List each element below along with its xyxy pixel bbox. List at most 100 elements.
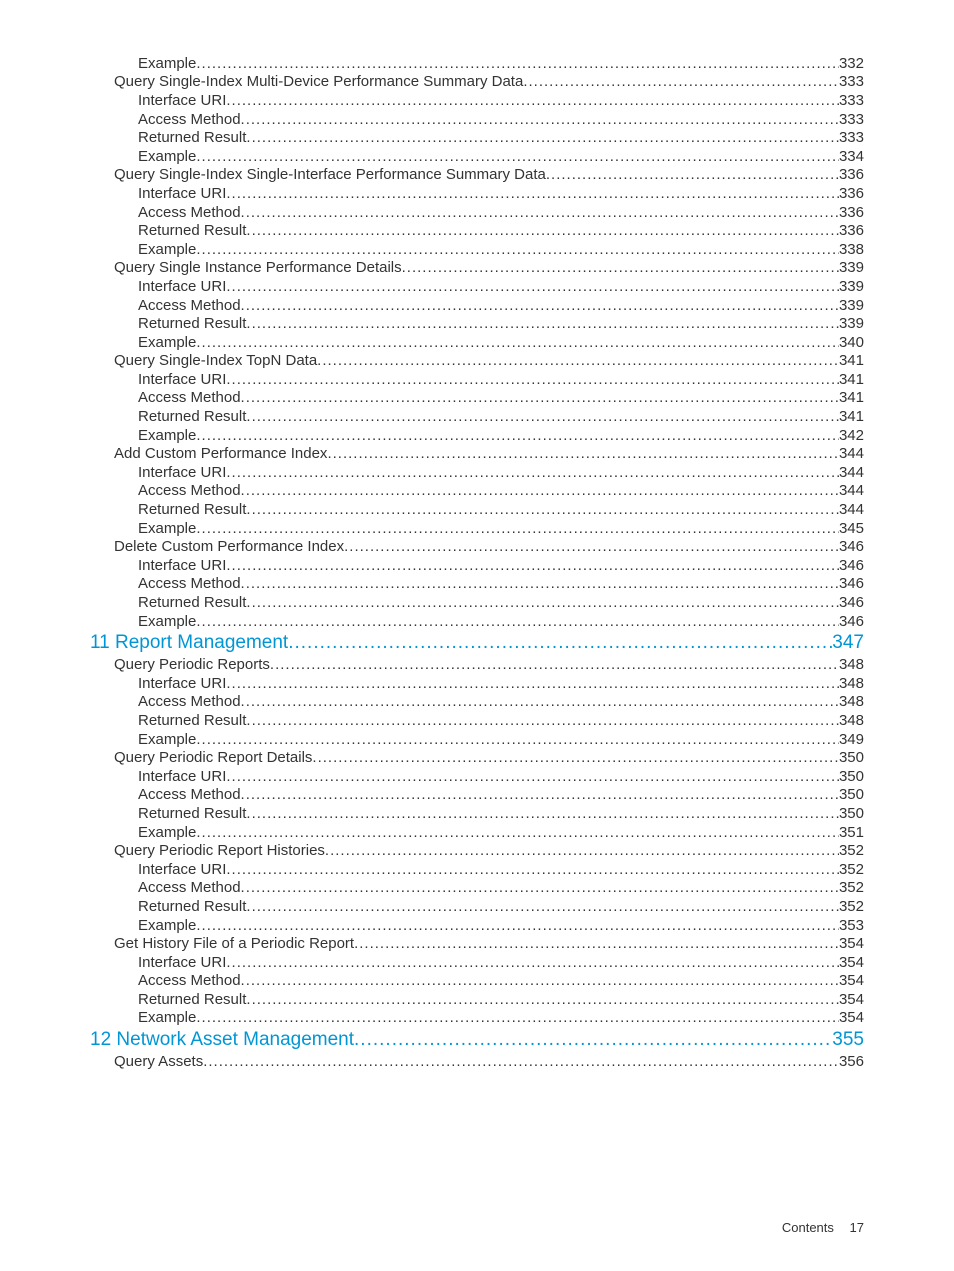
toc-entry-label: Query Single Instance Performance Detail… (114, 260, 402, 275)
toc-entry[interactable]: Example345 (90, 519, 864, 538)
toc-entry-page: 344 (839, 502, 864, 517)
toc-entry[interactable]: Interface URI336 (90, 184, 864, 203)
toc-leader-dots (270, 657, 839, 672)
toc-entry[interactable]: Query Periodic Reports348 (90, 655, 864, 674)
toc-leader-dots (196, 335, 839, 350)
toc-leader-dots (196, 918, 839, 933)
toc-entry[interactable]: Returned Result336 (90, 221, 864, 240)
toc-leader-dots (241, 298, 839, 313)
toc-leader-dots (312, 750, 839, 765)
toc-entry-label: Interface URI (138, 558, 226, 573)
toc-leader-dots (241, 694, 839, 709)
toc-leader-dots (196, 149, 839, 164)
toc-entry[interactable]: Query Single Instance Performance Detail… (90, 259, 864, 278)
toc-entry[interactable]: Interface URI350 (90, 767, 864, 786)
toc-entry[interactable]: Example354 (90, 1009, 864, 1028)
toc-entry-label: Interface URI (138, 93, 226, 108)
toc-entry[interactable]: Example338 (90, 240, 864, 259)
toc-entry-page: 346 (839, 595, 864, 610)
toc-entry-page: 336 (839, 167, 864, 182)
toc-entry[interactable]: Access Method341 (90, 389, 864, 408)
toc-entry[interactable]: Query Assets356 (90, 1052, 864, 1071)
toc-leader-dots (196, 614, 839, 629)
toc-entry-label: Query Assets (114, 1054, 203, 1069)
toc-entry[interactable]: Interface URI341 (90, 370, 864, 389)
toc-entry[interactable]: Returned Result354 (90, 990, 864, 1009)
toc-entry[interactable]: Example349 (90, 730, 864, 749)
toc-entry[interactable]: Access Method333 (90, 110, 864, 129)
toc-entry-label: Access Method (138, 298, 241, 313)
toc-entry[interactable]: Returned Result341 (90, 407, 864, 426)
toc-entry-page: 348 (839, 713, 864, 728)
toc-entry-label: Interface URI (138, 955, 226, 970)
toc-entry[interactable]: Query Single-Index TopN Data341 (90, 352, 864, 371)
toc-entry[interactable]: Query Periodic Report Histories352 (90, 841, 864, 860)
toc-entry[interactable]: 12 Network Asset Management355 (90, 1027, 864, 1052)
toc-entry[interactable]: Add Custom Performance Index344 (90, 444, 864, 463)
toc-entry[interactable]: Returned Result333 (90, 128, 864, 147)
toc-entry[interactable]: Access Method350 (90, 786, 864, 805)
toc-entry[interactable]: Interface URI333 (90, 91, 864, 110)
toc-entry[interactable]: Access Method354 (90, 972, 864, 991)
toc-entry[interactable]: Returned Result344 (90, 500, 864, 519)
toc-entry-page: 354 (839, 955, 864, 970)
toc-entry[interactable]: Example353 (90, 916, 864, 935)
toc-entry[interactable]: Returned Result348 (90, 711, 864, 730)
toc-entry[interactable]: Interface URI348 (90, 674, 864, 693)
toc-entry-label: Returned Result (138, 316, 246, 331)
toc-entry-page: 340 (839, 335, 864, 350)
toc-leader-dots (246, 223, 839, 238)
toc-entry[interactable]: Access Method344 (90, 482, 864, 501)
toc-entry[interactable]: Example340 (90, 333, 864, 352)
toc-entry[interactable]: Example334 (90, 147, 864, 166)
toc-entry[interactable]: Returned Result339 (90, 314, 864, 333)
toc-entry[interactable]: Interface URI352 (90, 860, 864, 879)
toc-entry-label: Interface URI (138, 279, 226, 294)
toc-entry[interactable]: Interface URI344 (90, 463, 864, 482)
toc-entry-label: 11 Report Management (90, 633, 288, 652)
toc-entry[interactable]: Example351 (90, 823, 864, 842)
toc-entry[interactable]: Returned Result352 (90, 897, 864, 916)
toc-entry[interactable]: Access Method336 (90, 203, 864, 222)
toc-entry[interactable]: Query Periodic Report Details 350 (90, 748, 864, 767)
toc-entry-label: Access Method (138, 973, 241, 988)
toc-entry[interactable]: 11 Report Management 347 (90, 630, 864, 655)
toc-entry[interactable]: Interface URI339 (90, 277, 864, 296)
toc-entry-page: 338 (839, 242, 864, 257)
toc-entry-page: 350 (839, 750, 864, 765)
toc-entry-page: 341 (839, 409, 864, 424)
toc-entry[interactable]: Access Method348 (90, 693, 864, 712)
toc-entry[interactable]: Interface URI 346 (90, 556, 864, 575)
toc-entry-page: 336 (839, 223, 864, 238)
toc-leader-dots (226, 676, 839, 691)
toc-entry[interactable]: Interface URI 354 (90, 953, 864, 972)
toc-entry[interactable]: Example342 (90, 426, 864, 445)
toc-entry-page: 352 (839, 843, 864, 858)
toc-entry-label: Query Single-Index Single-Interface Perf… (114, 167, 546, 182)
toc-leader-dots (226, 465, 839, 480)
toc-entry-label: Example (138, 428, 196, 443)
toc-entry[interactable]: Query Single-Index Multi-Device Performa… (90, 73, 864, 92)
toc-entry[interactable]: Query Single-Index Single-Interface Perf… (90, 166, 864, 185)
toc-entry[interactable]: Access Method346 (90, 575, 864, 594)
toc-entry-label: Query Periodic Report Details (114, 750, 312, 765)
toc-entry[interactable]: Returned Result350 (90, 804, 864, 823)
toc-entry-page: 339 (839, 260, 864, 275)
toc-entry[interactable]: Access Method 339 (90, 296, 864, 315)
toc-entry-page: 339 (839, 298, 864, 313)
toc-leader-dots (246, 899, 839, 914)
toc-entry-page: 347 (832, 633, 864, 652)
toc-entry[interactable]: Get History File of a Periodic Report354 (90, 934, 864, 953)
toc-leader-dots (246, 502, 839, 517)
toc-entry[interactable]: Delete Custom Performance Index346 (90, 537, 864, 556)
toc-entry-page: 349 (839, 732, 864, 747)
toc-entry-page: 346 (839, 558, 864, 573)
toc-entry[interactable]: Example346 (90, 612, 864, 631)
toc-entry[interactable]: Access Method352 (90, 879, 864, 898)
toc-entry-label: Add Custom Performance Index (114, 446, 327, 461)
toc-entry[interactable]: Returned Result346 (90, 593, 864, 612)
toc-leader-dots (226, 862, 839, 877)
toc-entry[interactable]: Example332 (90, 54, 864, 73)
toc-leader-dots (402, 260, 839, 275)
toc-leader-dots (226, 279, 839, 294)
